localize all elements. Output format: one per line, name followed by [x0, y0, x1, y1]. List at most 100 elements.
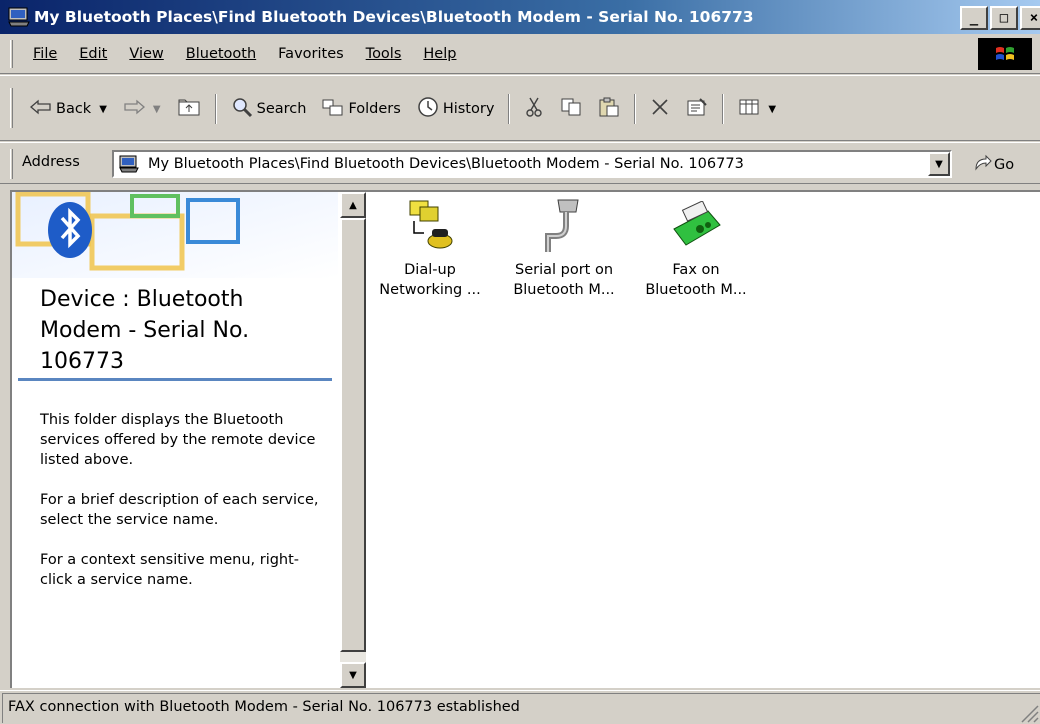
history-label: History [442, 101, 495, 117]
toolbar-separator [634, 94, 637, 124]
history-icon [417, 96, 439, 122]
bluetooth-places-icon [116, 153, 142, 175]
copy-icon [560, 97, 582, 121]
window-title: My Bluetooth Places\Find Bluetooth Devic… [34, 8, 754, 26]
resize-grip-icon[interactable] [1016, 700, 1040, 724]
cut-button[interactable] [516, 94, 552, 124]
menu-tools[interactable]: Tools [355, 46, 413, 62]
minimize-button[interactable]: _ [960, 6, 988, 30]
toolbar-separator [214, 94, 217, 124]
address-label: Address [22, 154, 80, 170]
menu-view-label: View [129, 46, 164, 62]
minimize-icon: _ [969, 10, 979, 26]
paste-button[interactable] [590, 94, 628, 124]
folders-button[interactable]: Folders [314, 94, 408, 124]
forward-arrow-icon [123, 99, 145, 119]
menu-bar: File Edit View Bluetooth Favorites Tools… [0, 34, 1040, 74]
close-button[interactable]: × [1020, 6, 1040, 30]
delete-x-icon [650, 97, 670, 121]
serial-port-icon [496, 196, 632, 256]
file-label-line1: Dial-up [404, 262, 456, 278]
views-dropdown-icon[interactable]: ▼ [768, 104, 776, 115]
content-area: Device : Bluetooth Modem - Serial No. 10… [10, 190, 1040, 688]
toolbar-grip[interactable] [10, 88, 13, 128]
title-bar[interactable]: My Bluetooth Places\Find Bluetooth Devic… [0, 0, 1040, 34]
search-label: Search [256, 101, 307, 117]
scroll-down-button[interactable]: ▼ [340, 662, 366, 688]
up-folder-button[interactable] [169, 94, 209, 124]
file-item-dialup[interactable]: Dial-up Networking ... [362, 196, 498, 300]
copy-button[interactable] [552, 94, 590, 124]
bluetooth-places-icon [6, 5, 32, 29]
file-label-line2: Networking ... [379, 282, 481, 298]
back-dropdown-icon[interactable]: ▼ [99, 104, 107, 115]
file-item-fax[interactable]: Fax on Bluetooth M... [628, 196, 764, 300]
delete-button[interactable] [642, 94, 678, 124]
file-list-pane: Dial-up Networking ... Serial port on Bl… [366, 192, 1040, 688]
file-label-line2: Bluetooth M... [645, 282, 747, 298]
window-controls: _ □ × [960, 6, 1040, 30]
toolbar-separator [508, 94, 511, 124]
menu-file[interactable]: File [22, 46, 68, 62]
menu-edit-label: Edit [79, 46, 108, 62]
chevron-down-icon: ▼ [935, 158, 943, 170]
web-view-pane: Device : Bluetooth Modem - Serial No. 10… [12, 192, 338, 688]
file-label-line2: Bluetooth M... [513, 282, 615, 298]
file-label-line1: Serial port on [514, 262, 614, 278]
back-arrow-icon [30, 99, 52, 119]
address-dropdown-button[interactable]: ▼ [928, 152, 950, 176]
back-button[interactable]: Back ▼ [22, 94, 115, 124]
forward-dropdown-icon[interactable]: ▼ [153, 104, 161, 115]
menu-bluetooth-label: Bluetooth [185, 46, 257, 62]
menu-help-label: Help [423, 46, 457, 62]
maximize-icon: □ [999, 10, 1009, 26]
menu-bluetooth[interactable]: Bluetooth [175, 46, 267, 62]
status-text: FAX connection with Bluetooth Modem - Se… [8, 699, 520, 715]
chevron-down-icon: ▼ [349, 669, 357, 681]
file-label-line1: Fax on [672, 262, 720, 278]
search-icon [231, 96, 253, 122]
menu-file-label: File [33, 46, 58, 62]
menu-items: File Edit View Bluetooth Favorites Tools… [22, 46, 467, 62]
menu-grip[interactable] [10, 40, 13, 68]
search-button[interactable]: Search [223, 94, 315, 124]
folders-icon [322, 97, 344, 121]
description-paragraph: This folder displays the Bluetooth servi… [40, 412, 316, 468]
properties-icon [686, 97, 708, 121]
go-label: Go [994, 157, 1015, 173]
address-bar: Address My Bluetooth Places\Find Bluetoo… [0, 142, 1040, 184]
properties-button[interactable] [678, 94, 716, 124]
toolbar-separator [722, 94, 725, 124]
address-grip[interactable] [10, 149, 13, 179]
bluetooth-banner [12, 192, 338, 278]
back-label: Back [56, 101, 92, 117]
go-button[interactable]: Go [972, 153, 1014, 177]
menu-tools-label: Tools [365, 46, 402, 62]
folders-label: Folders [348, 101, 401, 117]
paste-icon [598, 96, 620, 122]
views-button[interactable]: ▼ [730, 94, 784, 124]
menu-view[interactable]: View [118, 46, 174, 62]
fax-icon [628, 196, 764, 256]
history-button[interactable]: History [409, 94, 503, 124]
description-paragraph: For a context sensitive menu, right-clic… [40, 552, 300, 588]
menu-favorites[interactable]: Favorites [267, 46, 355, 62]
maximize-button[interactable]: □ [990, 6, 1018, 30]
chevron-up-icon: ▲ [349, 199, 357, 211]
windows-logo-icon [978, 38, 1032, 70]
menu-help[interactable]: Help [412, 46, 467, 62]
address-input[interactable]: My Bluetooth Places\Find Bluetooth Devic… [112, 150, 952, 178]
standard-toolbar: Back ▼ ▼ Search Folders History ▼ [0, 75, 1040, 141]
folder-description: This folder displays the Bluetooth servi… [40, 410, 330, 610]
address-value: My Bluetooth Places\Find Bluetooth Devic… [148, 156, 744, 172]
menu-edit[interactable]: Edit [68, 46, 118, 62]
device-title: Device : Bluetooth Modem - Serial No. 10… [40, 287, 250, 374]
scissors-icon [524, 96, 544, 122]
dialup-networking-icon [362, 196, 498, 256]
file-item-serial-port[interactable]: Serial port on Bluetooth M... [496, 196, 632, 300]
close-icon: × [1029, 10, 1039, 26]
forward-button[interactable]: ▼ [115, 94, 169, 124]
description-paragraph: For a brief description of each service,… [40, 492, 319, 528]
status-bar: FAX connection with Bluetooth Modem - Se… [0, 690, 1040, 724]
up-folder-icon [177, 97, 201, 121]
